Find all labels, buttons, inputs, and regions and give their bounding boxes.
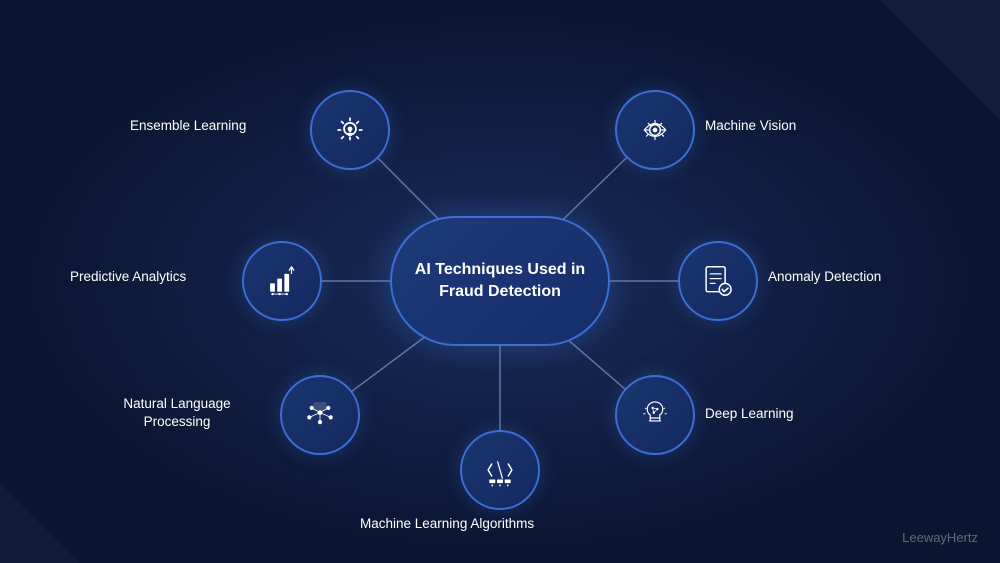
label-ml-algorithms: Machine Learning Algorithms <box>360 515 534 533</box>
label-deep-learning: Deep Learning <box>705 405 794 423</box>
chat-network-icon <box>301 396 339 434</box>
watermark: LeewayHertz <box>902 530 978 545</box>
label-predictive-analytics: Predictive Analytics <box>70 268 186 286</box>
label-anomaly-detection: Anomaly Detection <box>768 268 881 286</box>
diagram-container: AI Techniques Used in Fraud Detection En… <box>0 0 1000 563</box>
node-predictive-analytics <box>242 241 322 321</box>
node-anomaly-detection <box>678 241 758 321</box>
node-nlp <box>280 375 360 455</box>
document-check-icon <box>699 262 737 300</box>
center-node-title: AI Techniques Used in Fraud Detection <box>392 259 608 304</box>
gear-lightbulb-icon <box>331 111 369 149</box>
node-machine-vision <box>615 90 695 170</box>
eye-icon <box>636 111 674 149</box>
brain-lightbulb-icon <box>636 396 674 434</box>
label-machine-vision: Machine Vision <box>705 117 796 135</box>
node-ensemble-learning <box>310 90 390 170</box>
node-deep-learning <box>615 375 695 455</box>
label-ensemble-learning: Ensemble Learning <box>130 117 246 135</box>
label-nlp: Natural Language Processing <box>112 395 242 431</box>
center-node: AI Techniques Used in Fraud Detection <box>390 216 610 346</box>
node-ml-algorithms <box>460 430 540 510</box>
chart-analytics-icon <box>263 262 301 300</box>
code-server-icon <box>481 451 519 489</box>
